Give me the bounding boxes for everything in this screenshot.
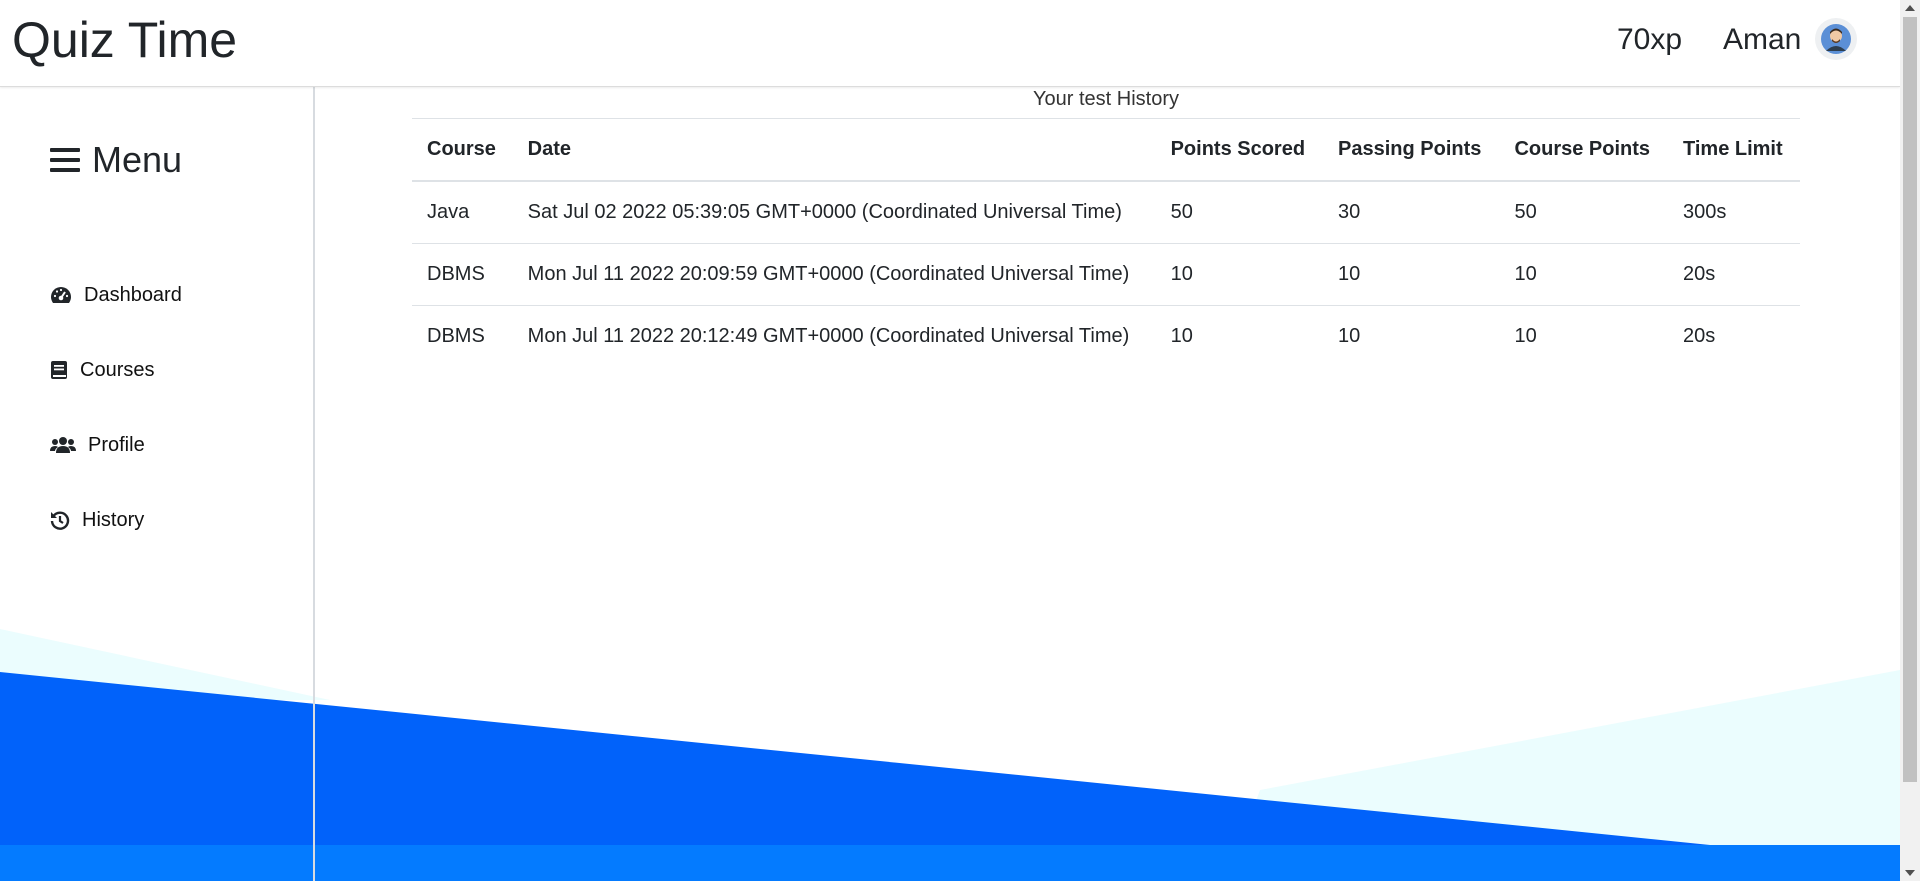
brand-title[interactable]: Quiz Time (12, 8, 237, 72)
cell-passing-points: 30 (1323, 181, 1500, 244)
table-caption: Your test History (412, 86, 1800, 119)
sidebar-item-profile[interactable]: Profile (50, 432, 145, 458)
vertical-scrollbar[interactable] (1900, 0, 1920, 881)
scroll-up-arrow-icon[interactable] (1905, 5, 1915, 11)
book-icon (51, 361, 67, 379)
column-header: Date (512, 119, 1156, 182)
sidebar-item-courses[interactable]: Courses (50, 357, 154, 383)
avatar[interactable] (1815, 18, 1857, 60)
cell-date: Mon Jul 11 2022 20:09:59 GMT+0000 (Coord… (512, 243, 1156, 306)
avatar-icon (1821, 24, 1851, 54)
cell-date: Mon Jul 11 2022 20:12:49 GMT+0000 (Coord… (527, 325, 1130, 347)
cell-points-scored: 10 (1155, 243, 1323, 306)
username[interactable]: Aman (1723, 20, 1801, 60)
xp-counter: 70xp (1617, 23, 1683, 56)
sidebar-item-label: Dashboard (84, 284, 182, 306)
table-row: DBMS Mon Jul 11 2022 20:09:59 GMT+0000 (… (412, 243, 1800, 306)
menu-header[interactable]: Menu (50, 136, 182, 184)
scroll-down-arrow-icon[interactable] (1905, 870, 1915, 876)
users-icon (50, 437, 76, 453)
sidebar-item-label: History (82, 509, 145, 531)
sidebar-item-label: Profile (88, 434, 145, 456)
sidebar-item-label: Courses (80, 359, 155, 381)
scroll-thumb[interactable] (1903, 17, 1917, 782)
cell-course: DBMS (427, 325, 485, 347)
top-navbar: Quiz Time 70xp Aman (0, 0, 1900, 87)
main-content: Your test History Course Date Points Sco… (412, 86, 1800, 367)
cell-points-scored: 50 (1155, 181, 1323, 244)
menu-label: Menu (92, 139, 183, 180)
cell-time-limit: 20s (1668, 243, 1800, 306)
sidebar: Menu Dashboard Courses Profile History (0, 86, 315, 881)
sidebar-item-dashboard[interactable]: Dashboard (50, 282, 182, 308)
hamburger-icon (50, 148, 80, 172)
column-header: Passing Points (1323, 119, 1500, 182)
cell-passing-points: 10 (1338, 325, 1361, 347)
gauge-icon (51, 287, 71, 303)
history-table: Course Date Points Scored Passing Points… (412, 119, 1800, 367)
cell-time-limit: 300s (1668, 181, 1800, 244)
cell-points-scored: 10 (1170, 325, 1193, 347)
cell-course: DBMS (412, 243, 513, 306)
cell-date: Sat Jul 02 2022 05:39:05 GMT+0000 (Coord… (512, 181, 1156, 244)
table-row: DBMS Mon Jul 11 2022 20:12:49 GMT+0000 (… (412, 306, 1800, 368)
cell-time-limit: 20s (1683, 325, 1716, 347)
table-row: Java Sat Jul 02 2022 05:39:05 GMT+0000 (… (412, 181, 1800, 244)
cell-course-points: 50 (1499, 181, 1668, 244)
column-header: Points Scored (1155, 119, 1323, 182)
cell-course-points: 10 (1499, 243, 1668, 306)
column-header: Course (412, 119, 513, 182)
cell-course: Java (412, 181, 513, 244)
cell-passing-points: 10 (1323, 243, 1500, 306)
table-header-row: Course Date Points Scored Passing Points… (412, 119, 1800, 182)
history-icon (50, 511, 70, 530)
cell-course-points: 10 (1514, 325, 1537, 347)
sidebar-item-history[interactable]: History (50, 507, 144, 533)
column-header: Course Points (1499, 119, 1668, 182)
column-header: Time Limit (1668, 119, 1800, 182)
